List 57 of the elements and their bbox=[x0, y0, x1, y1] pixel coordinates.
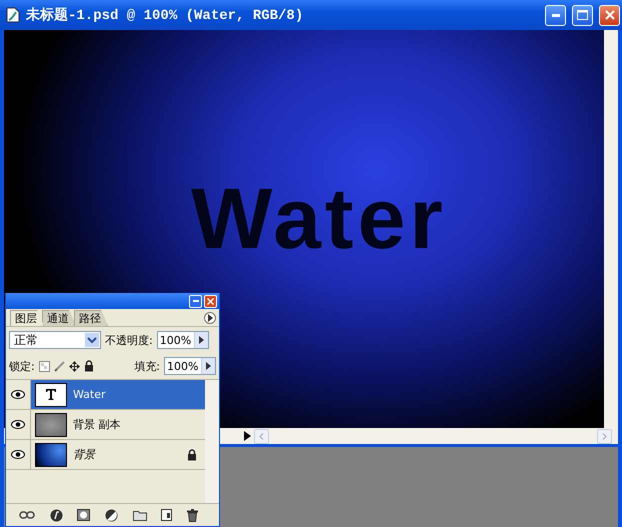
maximize-button[interactable] bbox=[572, 4, 593, 26]
fill-slider-button[interactable] bbox=[201, 358, 215, 374]
vertical-scrollbar[interactable] bbox=[205, 380, 219, 503]
document-icon bbox=[6, 7, 20, 23]
trash-icon[interactable] bbox=[186, 508, 198, 522]
triangle-right-icon bbox=[208, 314, 212, 322]
maximize-icon bbox=[577, 10, 588, 20]
layer-thumbnail bbox=[35, 442, 67, 466]
layer-row[interactable]: Water bbox=[6, 380, 205, 410]
minimize-button[interactable] bbox=[545, 4, 566, 26]
triangle-right-icon bbox=[198, 336, 204, 344]
opacity-label: 不透明度: bbox=[105, 332, 153, 348]
panel-tab[interactable]: 图层 bbox=[10, 310, 44, 326]
adjustment-icon[interactable] bbox=[104, 508, 118, 522]
fill-field[interactable]: 100% bbox=[164, 357, 216, 375]
chevron-left-icon bbox=[259, 432, 264, 440]
close-button[interactable] bbox=[204, 294, 217, 308]
layer-thumbnail bbox=[35, 412, 67, 436]
folder-icon[interactable] bbox=[132, 510, 147, 520]
layer-name: 背景 bbox=[73, 447, 97, 462]
panel-tab[interactable]: 路径 bbox=[74, 310, 108, 326]
opacity-field[interactable]: 100% bbox=[156, 331, 209, 349]
close-button[interactable] bbox=[599, 4, 620, 26]
blend-mode-dropdown[interactable]: 正常 bbox=[9, 331, 101, 349]
lock-icon bbox=[187, 448, 197, 460]
minimize-button[interactable] bbox=[189, 294, 202, 308]
lock-label: 锁定: bbox=[9, 358, 35, 374]
chevron-down-icon bbox=[85, 333, 99, 347]
window-title: 未标题-1.psd @ 100% (Water, RGB/8) bbox=[26, 6, 304, 24]
triangle-right-icon bbox=[206, 362, 211, 370]
minimize-icon bbox=[192, 300, 198, 302]
layer-thumbnail bbox=[35, 382, 67, 406]
link-icon[interactable] bbox=[19, 511, 36, 519]
eye-icon[interactable] bbox=[11, 420, 25, 429]
mask-icon[interactable] bbox=[77, 509, 90, 521]
move-icon[interactable] bbox=[68, 360, 80, 372]
layer-style-icon[interactable] bbox=[50, 508, 63, 522]
eye-icon[interactable] bbox=[11, 450, 25, 459]
panel-tab[interactable]: 通道 bbox=[42, 310, 76, 326]
lock-all-icon[interactable] bbox=[84, 360, 94, 372]
layer-row[interactable]: 背景 副本 bbox=[6, 410, 205, 440]
chevron-right-icon bbox=[602, 432, 607, 440]
brush-icon[interactable] bbox=[54, 360, 65, 372]
canvas-text: Water bbox=[191, 170, 447, 268]
fill-label: 填充: bbox=[134, 358, 160, 374]
new-layer-icon[interactable] bbox=[161, 509, 172, 521]
layer-name: Water bbox=[73, 388, 107, 401]
close-icon bbox=[604, 10, 614, 20]
layer-name: 背景 副本 bbox=[73, 417, 122, 432]
layer-row[interactable]: 背景 bbox=[6, 440, 205, 470]
minimize-icon bbox=[552, 14, 560, 16]
vertical-scrollbar[interactable] bbox=[604, 30, 618, 428]
panel-menu-button[interactable] bbox=[204, 312, 216, 324]
eye-icon[interactable] bbox=[11, 390, 25, 399]
close-icon bbox=[207, 298, 214, 304]
checkerboard-icon[interactable] bbox=[38, 360, 50, 372]
opacity-slider-button[interactable] bbox=[194, 332, 208, 348]
